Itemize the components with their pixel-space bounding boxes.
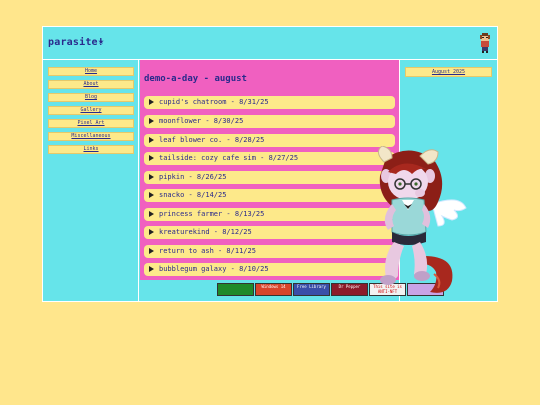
triangle-right-icon	[149, 118, 154, 124]
nav-item-about[interactable]: About	[48, 80, 134, 89]
triangle-right-icon	[149, 155, 154, 161]
triangle-right-icon	[149, 211, 154, 217]
list-item[interactable]: return to ash - 8/11/25	[144, 245, 395, 258]
list-item-label: bubblegum galaxy - 8/10/25	[159, 265, 269, 273]
list-item[interactable]: tailside: cozy cafe sim - 8/27/25	[144, 152, 395, 165]
archive-link[interactable]: August 2025	[405, 67, 492, 77]
triangle-right-icon	[149, 137, 154, 143]
page-title: demo-a-day - august	[144, 74, 247, 84]
list-item-label: leaf blower co. - 8/28/25	[159, 136, 265, 144]
list-item[interactable]: snacko - 8/14/25	[144, 189, 395, 202]
list-item-label: cupid's chatroom - 8/31/25	[159, 98, 269, 106]
site-header: parasite! ★	[43, 27, 497, 60]
nav-item-pixel-art[interactable]: Pixel Art	[48, 119, 134, 128]
triangle-right-icon	[149, 192, 154, 198]
badge-button[interactable]: Free Library	[293, 283, 330, 296]
triangle-right-icon	[149, 99, 154, 105]
badge-button[interactable]: Dr Pepper	[331, 283, 368, 296]
list-item[interactable]: kreaturekind - 8/12/25	[144, 226, 395, 239]
badge-button[interactable]: Windows 14	[255, 283, 292, 296]
triangle-right-icon	[149, 174, 154, 180]
nav-item-home[interactable]: Home	[48, 67, 134, 76]
list-item-label: moonflower - 8/30/25	[159, 117, 244, 125]
triangle-right-icon	[149, 248, 154, 254]
character-illustration	[378, 146, 467, 293]
main-content: demo-a-day - august cupid's chatroom - 8…	[140, 60, 400, 280]
star-icon: ★	[98, 36, 105, 47]
list-item-label: tailside: cozy cafe sim - 8/27/25	[159, 154, 299, 162]
site-title[interactable]: parasite!	[48, 37, 104, 48]
list-item-label: return to ash - 8/11/25	[159, 247, 256, 255]
nav-item-blog[interactable]: Blog	[48, 93, 134, 102]
list-item-label: princess farmer - 8/13/25	[159, 210, 265, 218]
list-item[interactable]: moonflower - 8/30/25	[144, 115, 395, 128]
list-item[interactable]: pipkin - 8/26/25	[144, 171, 395, 184]
pixel-character-icon	[480, 33, 490, 53]
badges-row: Windows 14 Free Library Dr Pepper This s…	[140, 280, 444, 301]
nav-item-gallery[interactable]: Gallery	[48, 106, 134, 115]
list-item[interactable]: bubblegum galaxy - 8/10/25	[144, 263, 395, 276]
triangle-right-icon	[149, 266, 154, 272]
nav-item-miscellaneous[interactable]: Miscellaneous	[48, 132, 134, 141]
badge-button[interactable]	[217, 283, 254, 296]
list-item-label: snacko - 8/14/25	[159, 191, 227, 199]
list-item-label: pipkin - 8/26/25	[159, 173, 227, 181]
list-item[interactable]: cupid's chatroom - 8/31/25	[144, 96, 395, 109]
list-item-label: kreaturekind - 8/12/25	[159, 228, 252, 236]
list-item[interactable]: princess farmer - 8/13/25	[144, 208, 395, 221]
list-item[interactable]: leaf blower co. - 8/28/25	[144, 134, 395, 147]
left-sidebar: Home About Blog Gallery Pixel Art Miscel…	[43, 60, 139, 301]
nav-item-links[interactable]: Links	[48, 145, 134, 154]
triangle-right-icon	[149, 229, 154, 235]
